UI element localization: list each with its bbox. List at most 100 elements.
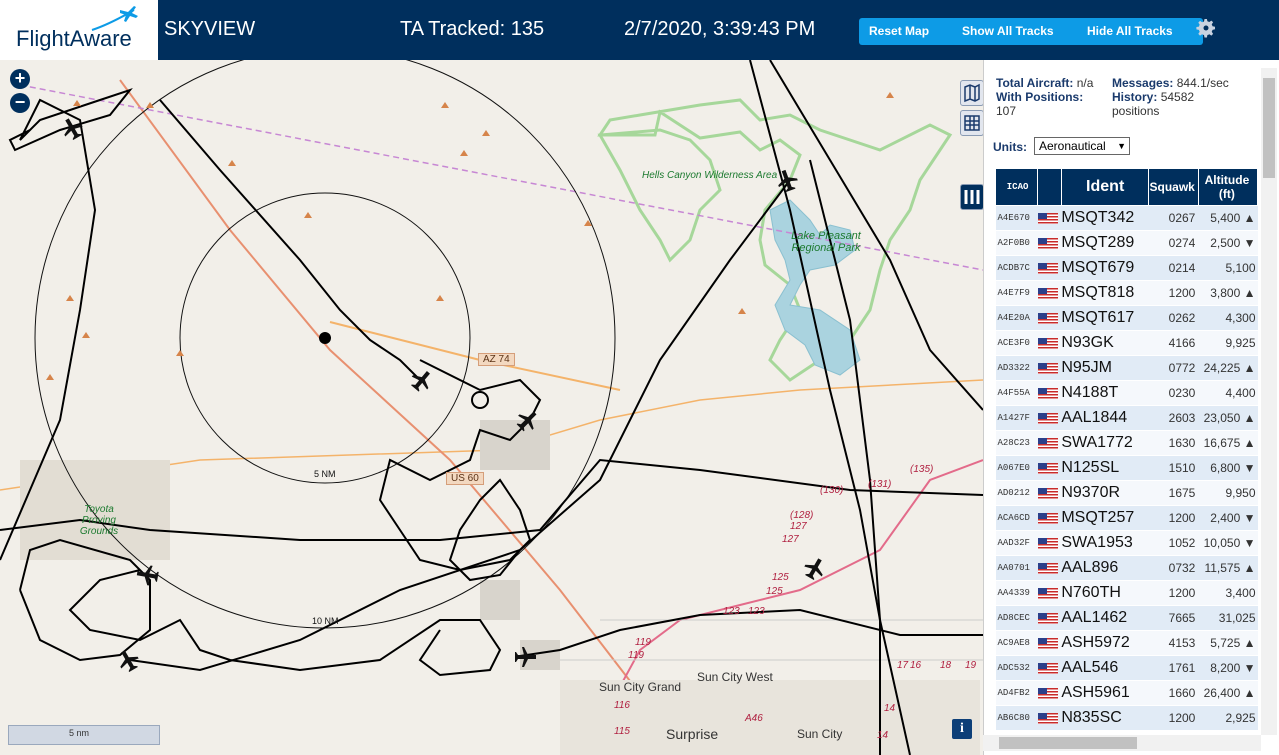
table-row[interactable]: A4F55A N4188T 0230 4,400 xyxy=(995,380,1258,406)
table-row[interactable]: AAD32F SWA1953 1052 10,050 ▼ xyxy=(995,530,1258,556)
altitude-cell: 31,025 xyxy=(1198,605,1258,631)
aircraft-icon[interactable] xyxy=(774,167,800,194)
hide-all-tracks-button[interactable]: Hide All Tracks xyxy=(1077,18,1203,45)
squawk-cell: 1052 xyxy=(1148,530,1199,556)
table-row[interactable]: ADC532 AAL546 1761 8,200 ▼ xyxy=(995,655,1258,681)
units-select[interactable]: Aeronautical ▼ xyxy=(1034,137,1130,155)
table-row[interactable]: A067E0 N125SL 1510 6,800 ▼ xyxy=(995,455,1258,481)
ident-cell: N835SC xyxy=(1061,705,1149,731)
flag-cell xyxy=(1037,280,1062,306)
route-number: 14 xyxy=(884,703,896,714)
zoom-in-button[interactable]: + xyxy=(10,69,30,89)
icao-cell: A4E20A xyxy=(995,305,1038,331)
table-row[interactable]: AA0701 AAL896 0732 11,575 ▲ xyxy=(995,555,1258,581)
reset-map-button[interactable]: Reset Map xyxy=(859,18,959,45)
sun-city-west-label: Sun City West xyxy=(697,670,773,684)
scrollbar-thumb[interactable] xyxy=(1263,78,1275,178)
table-row[interactable]: A4E670 MSQT342 0267 5,400 ▲ xyxy=(995,205,1258,231)
sun-city-label: Sun City xyxy=(797,727,843,741)
table-row[interactable]: ACDB7C MSQT679 0214 5,100 xyxy=(995,255,1258,281)
stats-left: Total Aircraft: n/a With Positions: 107 xyxy=(996,76,1093,118)
squawk-cell: 1200 xyxy=(1148,580,1199,606)
flag-cell xyxy=(1037,705,1062,731)
grid-toggle-button[interactable] xyxy=(960,110,983,136)
scrollbar-thumb[interactable] xyxy=(999,737,1137,749)
route-number: 19 xyxy=(965,660,977,671)
squawk-cell: 0262 xyxy=(1148,305,1199,331)
horizontal-scrollbar[interactable] xyxy=(983,735,1261,751)
ident-cell: N760TH xyxy=(1061,580,1149,606)
lake-pleasant xyxy=(769,199,861,376)
flightaware-logo[interactable]: FlightAware xyxy=(0,0,158,60)
flag-cell xyxy=(1037,430,1062,456)
map-layers-button[interactable] xyxy=(960,80,983,106)
table-row[interactable]: ACA6CD MSQT257 1200 2,400 ▼ xyxy=(995,505,1258,531)
flag-cell xyxy=(1037,455,1062,481)
col-ident[interactable]: Ident xyxy=(1060,168,1150,206)
table-row[interactable]: A2F0B0 MSQT289 0274 2,500 ▼ xyxy=(995,230,1258,256)
us-flag-icon xyxy=(1037,512,1058,524)
table-row[interactable]: AC9AE8 ASH5972 4153 5,725 ▲ xyxy=(995,630,1258,656)
col-flag xyxy=(1037,168,1062,206)
us-flag-icon xyxy=(1037,412,1058,424)
map-icon xyxy=(964,83,980,103)
icao-cell: AD0212 xyxy=(995,480,1038,506)
us-flag-icon xyxy=(1037,487,1058,499)
altitude-cell: 16,675 ▲ xyxy=(1198,430,1258,456)
altitude-cell: 2,925 xyxy=(1198,705,1258,731)
table-row[interactable]: ACE3F0 N93GK 4166 9,925 xyxy=(995,330,1258,356)
columns-toggle-button[interactable] xyxy=(960,184,983,210)
icao-cell: ADC532 xyxy=(995,655,1038,681)
ident-cell: N4188T xyxy=(1061,380,1149,406)
col-icao[interactable]: ICAO xyxy=(994,168,1039,206)
vertical-scrollbar[interactable] xyxy=(1261,68,1277,735)
table-row[interactable]: AD4FB2 ASH5961 1660 26,400 ▲ xyxy=(995,680,1258,706)
ident-cell: MSQT617 xyxy=(1061,305,1149,331)
flag-cell xyxy=(1037,680,1062,706)
map-view[interactable]: Hells Canyon Wilderness Area Lake Pleasa… xyxy=(0,60,983,755)
flag-cell xyxy=(1037,380,1062,406)
table-row[interactable]: AA4339 N760TH 1200 3,400 xyxy=(995,580,1258,606)
squawk-cell: 1630 xyxy=(1148,430,1199,456)
table-row[interactable]: A1427F AAL1844 2603 23,050 ▲ xyxy=(995,405,1258,431)
icao-cell: A1427F xyxy=(995,405,1038,431)
icao-cell: ACE3F0 xyxy=(995,330,1038,356)
map-canvas[interactable] xyxy=(0,60,983,755)
ident-cell: MSQT342 xyxy=(1061,205,1149,231)
table-row[interactable]: A4E7F9 MSQT818 1200 3,800 ▲ xyxy=(995,280,1258,306)
route-number: 127 xyxy=(782,534,799,545)
squawk-cell: 0772 xyxy=(1148,355,1199,381)
ident-cell: MSQT818 xyxy=(1061,280,1149,306)
zoom-out-button[interactable]: − xyxy=(10,93,30,113)
clock: 2/7/2020, 3:39:43 PM xyxy=(624,18,816,40)
flight-tracks xyxy=(0,60,983,755)
flag-cell xyxy=(1037,630,1062,656)
squawk-cell: 0274 xyxy=(1148,230,1199,256)
col-altitude[interactable]: Altitude (ft) xyxy=(1197,168,1259,206)
info-button[interactable]: i xyxy=(952,719,972,739)
col-squawk[interactable]: Squawk xyxy=(1148,168,1199,206)
table-row[interactable]: AD8CEC AAL1462 7665 31,025 xyxy=(995,605,1258,631)
table-row[interactable]: A28C23 SWA1772 1630 16,675 ▲ xyxy=(995,430,1258,456)
table-row[interactable]: A4E20A MSQT617 0262 4,300 xyxy=(995,305,1258,331)
gear-icon[interactable] xyxy=(1194,16,1218,40)
tracked-count: TA Tracked: 135 xyxy=(400,18,545,40)
squawk-cell: 0214 xyxy=(1148,255,1199,281)
altitude-cell: 11,575 ▲ xyxy=(1198,555,1258,581)
altitude-cell: 3,400 xyxy=(1198,580,1258,606)
show-all-tracks-button[interactable]: Show All Tracks xyxy=(952,18,1084,45)
ident-cell: N93GK xyxy=(1061,330,1149,356)
ident-cell: N9370R xyxy=(1061,480,1149,506)
squawk-cell: 1660 xyxy=(1148,680,1199,706)
route-number: (135) xyxy=(910,464,934,475)
icao-cell: ACDB7C xyxy=(995,255,1038,281)
squawk-cell: 1510 xyxy=(1148,455,1199,481)
route-number: 123 xyxy=(723,606,740,617)
table-row[interactable]: AD3322 N95JM 0772 24,225 ▲ xyxy=(995,355,1258,381)
icao-cell: A067E0 xyxy=(995,455,1038,481)
table-row[interactable]: AD0212 N9370R 1675 9,950 xyxy=(995,480,1258,506)
table-row[interactable]: AB6C80 N835SC 1200 2,925 xyxy=(995,705,1258,731)
flag-cell xyxy=(1037,530,1062,556)
total-aircraft-label: Total Aircraft: xyxy=(996,76,1074,90)
header-bar: FlightAware SKYVIEW TA Tracked: 135 2/7/… xyxy=(0,0,1279,60)
